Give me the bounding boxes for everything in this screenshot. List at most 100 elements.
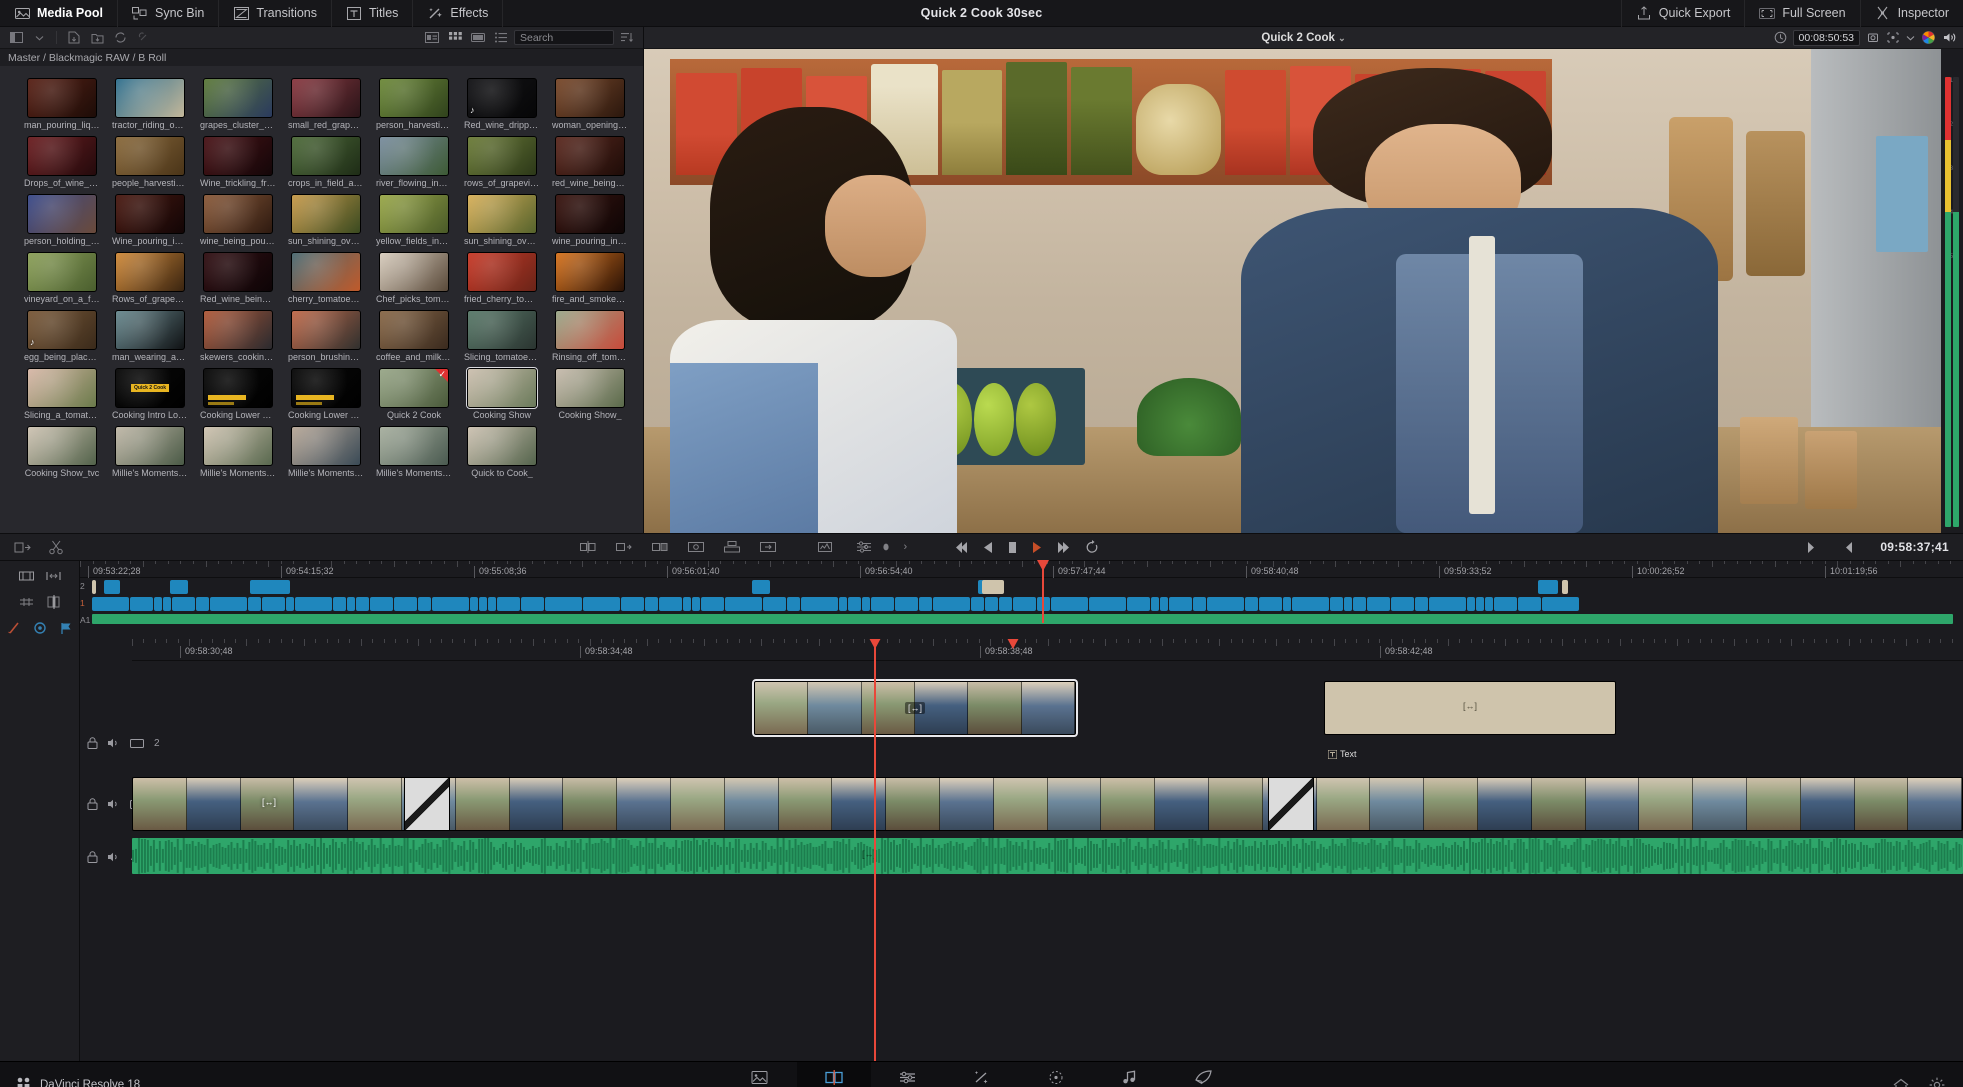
overview-clip[interactable] (432, 597, 469, 611)
thumbnail-view-icon[interactable] (445, 29, 465, 46)
media-clip-item[interactable]: fried_cherry_toma... (458, 252, 546, 310)
media-clip-item[interactable]: Cooking Show (458, 367, 546, 426)
overview-clip[interactable] (418, 597, 431, 611)
detail-ruler[interactable]: 09:58:30;48 09:58:34;48 09:58:38;48 09:58:4… (132, 639, 1963, 661)
clip-thumbnail[interactable] (27, 136, 97, 176)
mark-in-icon[interactable] (1842, 541, 1856, 554)
video-track-1[interactable]: [↔] (132, 773, 1963, 835)
lock-icon[interactable] (87, 798, 98, 810)
overview-clip[interactable] (347, 597, 355, 611)
import-folder-icon[interactable] (87, 29, 107, 46)
overview-clip[interactable] (1151, 597, 1159, 611)
overview-clip[interactable] (1415, 597, 1428, 611)
clip-thumbnail[interactable] (467, 426, 537, 466)
overview-ruler[interactable]: 09:53:22;28 09:54:15;32 09:55:08;36 09:56:0… (80, 561, 1963, 578)
media-clip-item[interactable]: wine_pouring_into... (546, 194, 634, 252)
trim-tool-icon[interactable] (45, 569, 61, 583)
media-clip-item[interactable]: wine_being_poure... (194, 194, 282, 252)
media-clip-item[interactable]: Cooking Lower Thi... (194, 368, 282, 426)
overview-clip[interactable] (470, 597, 478, 611)
media-clip-item[interactable]: tractor_riding_ove... (106, 78, 194, 136)
clip-thumbnail[interactable] (379, 252, 449, 292)
search-input[interactable]: Search (514, 30, 614, 45)
clip-thumbnail[interactable] (203, 310, 273, 350)
video-track-2[interactable]: [↔] [↔] Text (132, 661, 1963, 773)
overview-clip[interactable] (1476, 597, 1484, 611)
clip-thumbnail[interactable] (555, 368, 625, 408)
page-tab-cut[interactable]: Cut (796, 1061, 871, 1087)
chevron-down-icon[interactable] (1906, 35, 1915, 41)
overview-clip[interactable] (92, 597, 129, 611)
clip-thumbnail[interactable] (555, 310, 625, 350)
settings-icon[interactable] (1929, 1077, 1945, 1087)
mark-dot-icon[interactable] (881, 542, 891, 552)
media-clip-item[interactable]: fire_and_smoke_c... (546, 252, 634, 310)
media-clip-item[interactable]: Cooking Show_ (546, 368, 634, 426)
media-clip-item[interactable]: Slicing_a_tomato_... (18, 368, 106, 426)
clip-thumbnail[interactable] (27, 252, 97, 292)
overview-clip[interactable] (1353, 597, 1366, 611)
media-clip-item[interactable]: crops_in_field_at_... (282, 136, 370, 194)
overview-clip[interactable] (1283, 597, 1291, 611)
dynamic-trim-icon[interactable] (19, 595, 34, 609)
filmstrip-view-icon[interactable] (468, 29, 488, 46)
clip-thumbnail[interactable] (115, 78, 185, 118)
overview-clip[interactable] (394, 597, 417, 611)
clip-thumbnail[interactable] (291, 426, 361, 466)
overview-clip[interactable] (971, 597, 984, 611)
clip-thumbnail[interactable] (115, 426, 185, 466)
media-clip-item[interactable]: Millie's Moments ... (282, 426, 370, 484)
jump-end-icon[interactable] (1056, 541, 1072, 554)
media-clip-item[interactable]: Millie's Moments ... (106, 426, 194, 484)
overview-clip[interactable] (848, 597, 861, 611)
menu-item-titles[interactable]: Titles (332, 0, 414, 27)
audio-mute-icon[interactable] (107, 737, 121, 749)
overview-clip[interactable] (1344, 597, 1352, 611)
media-clip-item[interactable]: Rows_of_grape_tr... (106, 252, 194, 310)
overview-clip[interactable] (763, 597, 786, 611)
text-clip[interactable]: [↔] (1324, 681, 1616, 735)
clip-thumbnail[interactable] (203, 252, 273, 292)
overview-clip[interactable] (286, 597, 294, 611)
clip-thumbnail[interactable] (466, 367, 538, 409)
menu-item-effects[interactable]: Effects (413, 0, 504, 27)
loop-icon[interactable] (1085, 540, 1099, 554)
overview-clip[interactable] (692, 597, 700, 611)
media-clip-item[interactable]: Rinsing_off_tomat... (546, 310, 634, 368)
media-clip-item[interactable]: person_harvestin... (370, 78, 458, 136)
overview-clip[interactable] (1518, 597, 1541, 611)
snapshot-icon[interactable] (1866, 31, 1880, 44)
overview-clip[interactable] (333, 597, 346, 611)
overview-clip[interactable] (1542, 597, 1579, 611)
overview-clip[interactable] (919, 597, 932, 611)
clip-thumbnail[interactable] (291, 78, 361, 118)
media-clip-item[interactable]: sun_shining_over_... (282, 194, 370, 252)
media-clip-item[interactable]: people_harvesting... (106, 136, 194, 194)
overview-clip[interactable] (1207, 597, 1244, 611)
clip-thumbnail[interactable] (27, 78, 97, 118)
overview-clip[interactable] (1089, 597, 1126, 611)
overview-clip[interactable] (521, 597, 544, 611)
media-clip-item[interactable]: woman_opening_... (546, 78, 634, 136)
media-clip-item[interactable]: vineyard_on_a_far... (18, 252, 106, 310)
overview-clip[interactable] (1467, 597, 1475, 611)
overview-clip[interactable] (701, 597, 724, 611)
flag-icon[interactable] (59, 621, 73, 635)
page-tab-deliver[interactable]: Deliver (1167, 1062, 1241, 1087)
clip-thumbnail[interactable] (379, 136, 449, 176)
play-icon[interactable] (1031, 541, 1043, 554)
edit-tool-icon[interactable] (18, 569, 34, 583)
media-clip-item[interactable]: cherry_tomatoes_... (282, 252, 370, 310)
overview-clip[interactable] (621, 597, 644, 611)
mark-out-icon[interactable] (1804, 541, 1818, 554)
chevron-down-icon[interactable] (29, 29, 49, 46)
overview-clip[interactable] (801, 597, 838, 611)
overview-clip[interactable] (1292, 597, 1329, 611)
media-clip-item[interactable]: small_red_grape_c... (282, 78, 370, 136)
overview-clip[interactable] (1160, 597, 1168, 611)
overview-clip[interactable] (1494, 597, 1517, 611)
overview-clip[interactable] (163, 597, 171, 611)
clip-thumbnail[interactable] (555, 194, 625, 234)
lock-icon[interactable] (87, 737, 98, 749)
clip-thumbnail[interactable] (467, 194, 537, 234)
